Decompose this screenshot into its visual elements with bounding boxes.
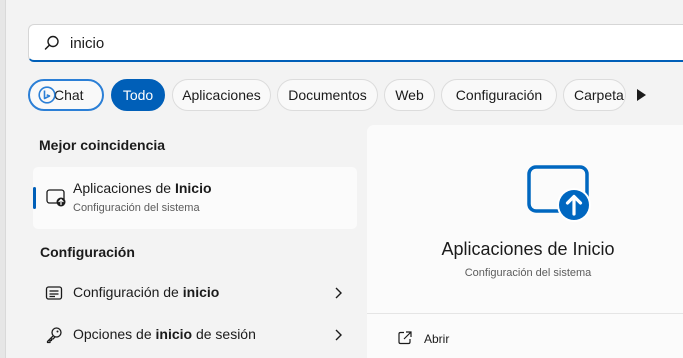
open-action[interactable]: Abrir <box>424 332 449 346</box>
startup-apps-large-icon <box>527 165 591 222</box>
best-match-subtitle: Configuración del sistema <box>73 202 200 214</box>
result-opciones-de-inicio-de-sesion[interactable]: Opciones de inicio de sesión <box>33 315 357 355</box>
filter-todo[interactable]: Todo <box>111 79 165 111</box>
search-icon <box>44 35 59 50</box>
settings-panel-icon <box>45 286 63 300</box>
chevron-right-icon <box>335 329 342 341</box>
best-match-title: Aplicaciones de Inicio <box>73 180 212 196</box>
key-icon <box>46 327 62 344</box>
preview-title: Aplicaciones de Inicio <box>441 239 615 259</box>
filter-aplicaciones[interactable]: Aplicaciones <box>172 79 271 111</box>
open-external-icon[interactable] <box>397 330 413 346</box>
search-panel: inicio Chat Todo Aplicaciones Documentos… <box>6 0 683 358</box>
divider <box>367 313 683 314</box>
settings-heading: Configuración <box>40 244 135 260</box>
bing-chat-icon <box>38 86 56 104</box>
result-configuracion-de-inicio[interactable]: Configuración de inicio <box>33 273 357 313</box>
filter-web[interactable]: Web <box>384 79 435 111</box>
more-filters-arrow-icon[interactable] <box>634 87 648 103</box>
filter-configuracion[interactable]: Configuración <box>441 79 557 111</box>
selection-indicator <box>33 187 36 209</box>
best-match-heading: Mejor coincidencia <box>39 137 166 153</box>
search-box[interactable]: inicio <box>28 24 683 62</box>
chat-label: Chat <box>54 87 84 103</box>
filter-documentos[interactable]: Documentos <box>277 79 378 111</box>
filter-bar: Chat Todo Aplicaciones Documentos Web Co… <box>28 79 683 111</box>
search-input[interactable]: inicio <box>70 35 104 52</box>
result-label: Configuración de inicio <box>73 284 220 300</box>
preview-pane: Aplicaciones de Inicio Configuración del… <box>367 125 683 358</box>
startup-apps-icon <box>46 189 66 207</box>
chat-filter-button[interactable]: Chat <box>28 79 104 111</box>
chevron-right-icon <box>335 287 342 299</box>
preview-subtitle: Configuración del sistema <box>464 267 592 279</box>
filter-carpeta[interactable]: Carpeta <box>563 79 626 111</box>
result-label: Opciones de inicio de sesión <box>73 326 256 342</box>
best-match-result[interactable]: Aplicaciones de Inicio Configuración del… <box>33 167 357 229</box>
